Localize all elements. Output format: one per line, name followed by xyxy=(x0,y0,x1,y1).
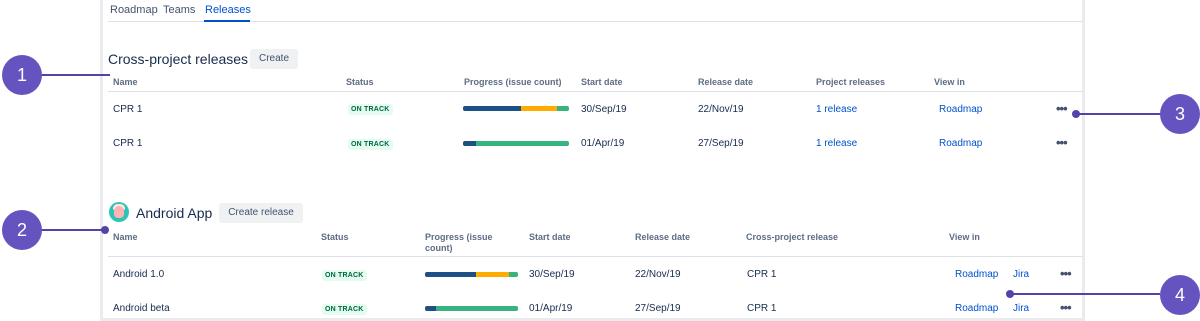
header-name: Name xyxy=(113,232,138,242)
roadmap-link[interactable]: Roadmap xyxy=(955,269,998,280)
status-badge: ON TRACK xyxy=(348,104,393,115)
start-date: 30/Sep/19 xyxy=(529,269,575,280)
header-view-in: View in xyxy=(949,232,980,242)
callout-2: 2 xyxy=(2,210,42,250)
release-date: 22/Nov/19 xyxy=(698,104,744,115)
callout-connector xyxy=(38,74,110,76)
status-badge: ON TRACK xyxy=(322,304,367,315)
more-actions-icon[interactable]: ••• xyxy=(1056,101,1068,116)
cross-project-title: Cross-project releases xyxy=(108,51,249,67)
header-start-date: Start date xyxy=(529,232,571,242)
callout-3: 3 xyxy=(1160,94,1200,134)
header-progress: Progress (issue count) xyxy=(464,77,562,87)
header-cross-project-release: Cross-project release xyxy=(746,232,839,242)
progress-done xyxy=(463,106,522,111)
header-divider xyxy=(108,91,1083,92)
callout-1: 1 xyxy=(2,55,42,95)
row-name: Android 1.0 xyxy=(113,269,165,280)
project-avatar-icon xyxy=(109,202,129,222)
release-date: 22/Nov/19 xyxy=(635,269,681,280)
row-name: CPR 1 xyxy=(113,138,143,149)
tab-teams[interactable]: Teams xyxy=(163,4,195,16)
progress-done xyxy=(425,272,477,277)
release-date: 27/Sep/19 xyxy=(698,138,744,149)
header-divider xyxy=(108,256,1083,257)
start-date: 30/Sep/19 xyxy=(581,104,627,115)
header-status: Status xyxy=(321,232,349,242)
header-release-date: Release date xyxy=(698,77,754,87)
header-status: Status xyxy=(346,77,374,87)
active-tab-indicator xyxy=(204,20,250,22)
create-release-button[interactable]: Create release xyxy=(219,203,303,223)
callout-connector xyxy=(38,229,104,231)
jira-link[interactable]: Jira xyxy=(1013,269,1029,280)
android-project-title: Android App xyxy=(136,205,213,221)
header-start-date: Start date xyxy=(581,77,623,87)
tab-roadmap[interactable]: Roadmap xyxy=(110,4,158,16)
header-release-date: Release date xyxy=(635,232,691,242)
header-view-in: View in xyxy=(934,77,965,87)
header-project-releases: Project releases xyxy=(816,77,886,87)
progress-bar xyxy=(463,141,569,146)
progress-bar xyxy=(425,272,518,277)
roadmap-link[interactable]: Roadmap xyxy=(955,303,998,314)
more-actions-icon[interactable]: ••• xyxy=(1060,300,1072,315)
more-actions-icon[interactable]: ••• xyxy=(1060,266,1072,281)
progress-todo xyxy=(508,272,518,277)
progress-in-progress xyxy=(521,106,558,111)
row-name: CPR 1 xyxy=(113,104,143,115)
roadmap-link[interactable]: Roadmap xyxy=(939,104,982,115)
jira-link[interactable]: Jira xyxy=(1013,303,1029,314)
project-releases-link[interactable]: 1 release xyxy=(816,104,857,115)
project-releases-link[interactable]: 1 release xyxy=(816,138,857,149)
releases-panel: Roadmap Teams Releases Cross-project rel… xyxy=(100,0,1085,321)
release-date: 27/Sep/19 xyxy=(635,303,681,314)
callout-dot xyxy=(101,226,109,234)
row-name: Android beta xyxy=(113,303,170,314)
progress-done xyxy=(463,141,476,146)
status-badge: ON TRACK xyxy=(322,270,367,281)
callout-4: 4 xyxy=(1160,275,1200,315)
status-badge: ON TRACK xyxy=(348,139,393,150)
callout-connector xyxy=(1010,293,1160,295)
cross-project-release: CPR 1 xyxy=(747,269,777,280)
roadmap-link[interactable]: Roadmap xyxy=(939,138,982,149)
tab-bar: Roadmap Teams Releases xyxy=(108,0,1083,22)
progress-bar xyxy=(463,106,569,111)
progress-bar xyxy=(425,306,518,311)
progress-done xyxy=(425,306,437,311)
progress-todo xyxy=(557,106,569,111)
progress-todo xyxy=(475,141,569,146)
cross-project-release: CPR 1 xyxy=(747,303,777,314)
tab-releases[interactable]: Releases xyxy=(205,4,251,16)
create-button[interactable]: Create xyxy=(250,49,298,69)
progress-in-progress xyxy=(476,272,509,277)
header-name: Name xyxy=(113,77,138,87)
header-progress: Progress (issue count) xyxy=(425,232,493,253)
more-actions-icon[interactable]: ••• xyxy=(1056,135,1068,150)
progress-todo xyxy=(436,306,518,311)
callout-connector xyxy=(1076,113,1166,115)
start-date: 01/Apr/19 xyxy=(529,303,573,314)
start-date: 01/Apr/19 xyxy=(581,138,625,149)
